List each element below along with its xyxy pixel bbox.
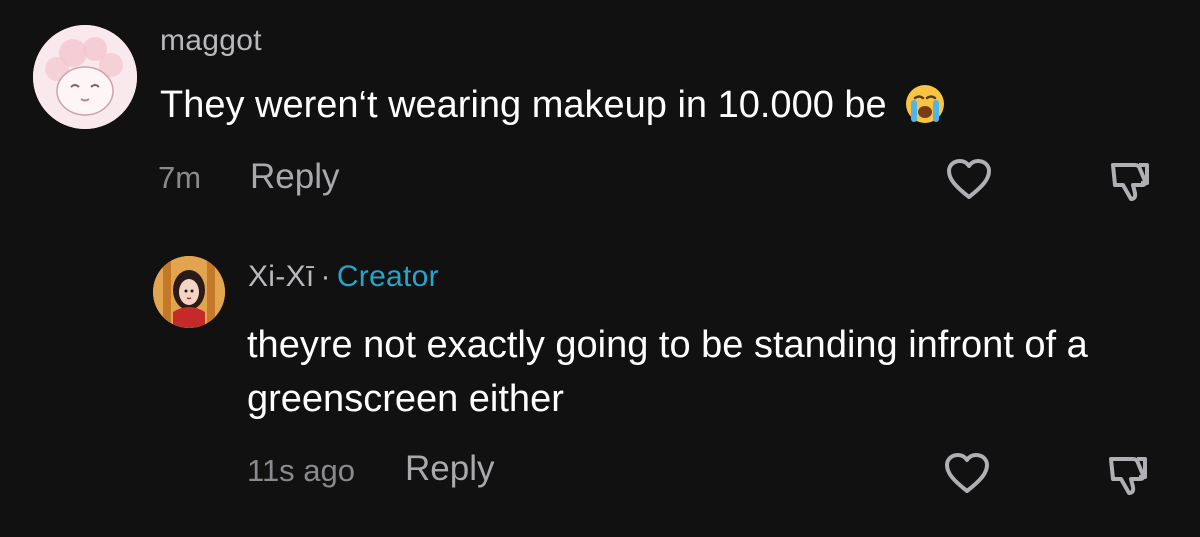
reply-button[interactable]: Reply xyxy=(405,449,494,489)
comment-text-content: They weren‘t wearing makeup in 10.000 be xyxy=(160,84,887,126)
reply-button[interactable]: Reply xyxy=(250,157,339,197)
username[interactable]: maggot xyxy=(160,24,262,58)
loudly-crying-face-icon xyxy=(903,82,947,126)
username-label[interactable]: Xi-Xī xyxy=(248,260,315,293)
timestamp: 11s ago xyxy=(247,453,356,488)
comment-text: theyre not exactly going to be standing … xyxy=(247,324,1088,420)
avatar[interactable] xyxy=(153,256,225,328)
separator: · xyxy=(320,260,331,293)
comment-item: maggot They weren‘t wearing makeup in 10… xyxy=(0,0,1200,220)
avatar[interactable] xyxy=(33,25,137,129)
thumbs-down-icon[interactable] xyxy=(1105,157,1153,210)
username: Xi-Xī · Creator xyxy=(248,260,439,294)
heart-icon[interactable] xyxy=(943,451,991,500)
comment-text: They weren‘t wearing makeup in 10.000 be xyxy=(160,78,947,132)
thumbs-down-icon[interactable] xyxy=(1103,451,1151,504)
heart-icon[interactable] xyxy=(945,157,993,206)
reply-comment-item: Xi-Xī · Creator theyre not exactly going t… xyxy=(0,240,1200,537)
timestamp: 7m xyxy=(158,160,202,195)
creator-badge: Creator xyxy=(336,260,439,293)
